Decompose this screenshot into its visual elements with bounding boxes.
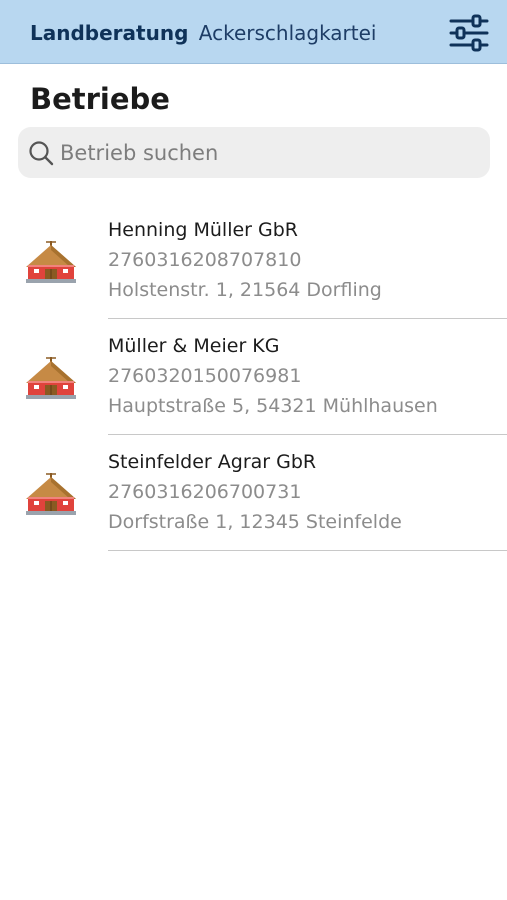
search-bar[interactable]	[18, 127, 490, 178]
farm-id: 2760316206700731	[108, 481, 302, 503]
app-title: Landberatung Ackerschlagkartei	[30, 20, 376, 46]
farm-list-item[interactable]: Müller & Meier KG 2760320150076981 Haupt…	[0, 319, 507, 435]
app-screen: Landberatung Ackerschlagkartei Betriebe	[0, 0, 507, 900]
farm-address: Hauptstraße 5, 54321 Mühlhausen	[108, 395, 438, 417]
app-header: Landberatung Ackerschlagkartei	[0, 0, 507, 64]
filter-settings-button[interactable]	[448, 14, 490, 52]
farmhouse-icon	[26, 241, 76, 283]
page-title: Betriebe	[30, 82, 170, 116]
farm-list: Henning Müller GbR 2760316208707810 Hols…	[0, 203, 507, 551]
sliders-icon	[449, 14, 489, 52]
search-input[interactable]	[60, 127, 480, 178]
search-icon	[29, 141, 54, 166]
farm-address: Dorfstraße 1, 12345 Steinfelde	[108, 511, 402, 533]
farm-list-item[interactable]: Henning Müller GbR 2760316208707810 Hols…	[0, 203, 507, 319]
farm-id: 2760320150076981	[108, 365, 302, 387]
farm-name: Henning Müller GbR	[108, 219, 298, 241]
divider	[108, 549, 507, 551]
brand-name: Landberatung	[30, 21, 189, 45]
farm-list-item[interactable]: Steinfelder Agrar GbR 2760316206700731 D…	[0, 435, 507, 551]
farm-details: Henning Müller GbR 2760316208707810 Hols…	[108, 217, 382, 307]
farm-id: 2760316208707810	[108, 249, 302, 271]
farm-name: Steinfelder Agrar GbR	[108, 451, 317, 473]
farm-address: Holstenstr. 1, 21564 Dorfling	[108, 279, 382, 301]
farm-name: Müller & Meier KG	[108, 335, 280, 357]
farm-details: Steinfelder Agrar GbR 2760316206700731 D…	[108, 449, 402, 539]
farmhouse-icon	[26, 357, 76, 399]
app-subtitle: Ackerschlagkartei	[198, 21, 377, 45]
farm-details: Müller & Meier KG 2760320150076981 Haupt…	[108, 333, 438, 423]
farmhouse-icon	[26, 473, 76, 515]
